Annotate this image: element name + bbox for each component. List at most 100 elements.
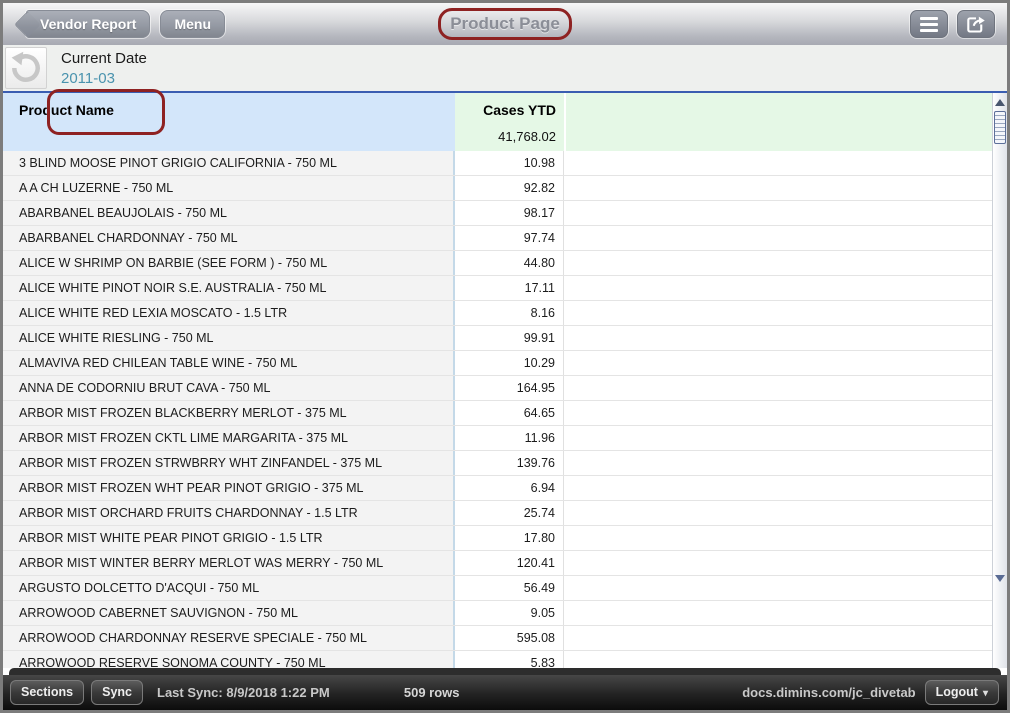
table-row[interactable]: ARBOR MIST ORCHARD FRUITS CHARDONNAY - 1… (3, 501, 992, 526)
logout-label: Logout (936, 685, 978, 699)
logout-button[interactable]: Logout ▾ (925, 680, 999, 705)
product-name-cell: ALICE WHITE PINOT NOIR S.E. AUSTRALIA - … (3, 276, 455, 300)
product-name-cell: ARROWOOD RESERVE SONOMA COUNTY - 750 ML (3, 651, 455, 668)
cases-ytd-cell: 8.16 (455, 301, 564, 325)
table-row[interactable]: ALICE WHITE RED LEXIA MOSCATO - 1.5 LTR8… (3, 301, 992, 326)
product-name-cell: ARBOR MIST WHITE PEAR PINOT GRIGIO - 1.5… (3, 526, 455, 550)
product-name-cell: 3 BLIND MOOSE PINOT GRIGIO CALIFORNIA - … (3, 151, 455, 175)
app-window: Vendor Report Menu Product Page (0, 0, 1010, 713)
status-bar-right: docs.dimins.com/jc_divetab Logout ▾ (742, 680, 999, 705)
vertical-scrollbar[interactable] (992, 93, 1007, 668)
empty-cell (564, 351, 992, 375)
filter-label: Current Date (61, 48, 147, 69)
table-row[interactable]: ARBOR MIST FROZEN CKTL LIME MARGARITA - … (3, 426, 992, 451)
cases-ytd-cell: 139.76 (455, 451, 564, 475)
refresh-icon (8, 50, 44, 86)
cases-ytd-cell: 10.29 (455, 351, 564, 375)
sections-button[interactable]: Sections (10, 680, 84, 705)
cases-ytd-cell: 44.80 (455, 251, 564, 275)
table-row[interactable]: A A CH LUZERNE - 750 ML92.82 (3, 176, 992, 201)
refresh-button[interactable] (5, 47, 47, 89)
caret-down-icon: ▾ (983, 688, 988, 699)
empty-cell (564, 601, 992, 625)
column-header-product-name[interactable]: Product Name (3, 93, 455, 151)
table-row[interactable]: ARROWOOD RESERVE SONOMA COUNTY - 750 ML5… (3, 651, 992, 668)
filter-toolbar: Current Date 2011-03 (3, 45, 1007, 91)
table-row[interactable]: ARBOR MIST FROZEN STRWBRRY WHT ZINFANDEL… (3, 451, 992, 476)
table-row[interactable]: ALICE W SHRIMP ON BARBIE (SEE FORM ) - 7… (3, 251, 992, 276)
table-row[interactable]: ABARBANEL BEAUJOLAIS - 750 ML98.17 (3, 201, 992, 226)
table-row[interactable]: ARBOR MIST WINTER BERRY MERLOT WAS MERRY… (3, 551, 992, 576)
table-row[interactable]: ARBOR MIST FROZEN BLACKBERRY MERLOT - 37… (3, 401, 992, 426)
product-name-cell: ANNA DE CODORNIU BRUT CAVA - 750 ML (3, 376, 455, 400)
table-content: Product Name Cases YTD 41,768.02 3 BLIND… (3, 93, 992, 668)
cases-ytd-cell: 9.05 (455, 601, 564, 625)
empty-cell (564, 451, 992, 475)
empty-cell (564, 401, 992, 425)
back-button-label: Vendor Report (40, 16, 136, 32)
hamburger-icon (920, 17, 938, 32)
server-address: docs.dimins.com/jc_divetab (742, 685, 915, 700)
scroll-up-icon[interactable] (995, 99, 1005, 106)
list-menu-button[interactable] (910, 10, 948, 38)
product-name-cell: ABARBANEL BEAUJOLAIS - 750 ML (3, 201, 455, 225)
scroll-down-icon[interactable] (995, 575, 1005, 582)
cases-ytd-cell: 164.95 (455, 376, 564, 400)
cases-ytd-total: 41,768.02 (455, 129, 556, 144)
cases-ytd-cell: 17.11 (455, 276, 564, 300)
empty-cell (564, 376, 992, 400)
cases-ytd-cell: 56.49 (455, 576, 564, 600)
product-name-cell: ARBOR MIST WINTER BERRY MERLOT WAS MERRY… (3, 551, 455, 575)
cases-ytd-cell: 99.91 (455, 326, 564, 350)
horizontal-scrollbar[interactable] (9, 668, 1001, 675)
empty-cell (564, 426, 992, 450)
product-name-cell: ARBOR MIST FROZEN BLACKBERRY MERLOT - 37… (3, 401, 455, 425)
top-bar-left: Vendor Report Menu (17, 10, 225, 38)
export-button[interactable] (957, 10, 995, 38)
status-bar: Sections Sync Last Sync: 8/9/2018 1:22 P… (3, 675, 1007, 710)
table-row[interactable]: ARBOR MIST FROZEN WHT PEAR PINOT GRIGIO … (3, 476, 992, 501)
empty-cell (564, 526, 992, 550)
table-row[interactable]: ABARBANEL CHARDONNAY - 750 ML97.74 (3, 226, 992, 251)
table-row[interactable]: ALICE WHITE PINOT NOIR S.E. AUSTRALIA - … (3, 276, 992, 301)
cases-ytd-cell: 25.74 (455, 501, 564, 525)
empty-cell (564, 626, 992, 650)
table-row[interactable]: ARROWOOD CABERNET SAUVIGNON - 750 ML9.05 (3, 601, 992, 626)
empty-cell (564, 276, 992, 300)
cases-ytd-cell: 5.83 (455, 651, 564, 668)
top-bar: Vendor Report Menu Product Page (3, 3, 1007, 45)
empty-cell (564, 251, 992, 275)
table-row[interactable]: ARBOR MIST WHITE PEAR PINOT GRIGIO - 1.5… (3, 526, 992, 551)
page-title: Product Page (450, 3, 560, 45)
product-name-cell: ABARBANEL CHARDONNAY - 750 ML (3, 226, 455, 250)
empty-cell (564, 551, 992, 575)
row-count: 509 rows (404, 685, 460, 700)
product-name-cell: ALMAVIVA RED CHILEAN TABLE WINE - 750 ML (3, 351, 455, 375)
filter-value: 2011-03 (61, 69, 147, 89)
sync-button[interactable]: Sync (91, 680, 143, 705)
table-row[interactable]: ARROWOOD CHARDONNAY RESERVE SPECIALE - 7… (3, 626, 992, 651)
empty-cell (564, 226, 992, 250)
table-area: Product Name Cases YTD 41,768.02 3 BLIND… (3, 93, 1007, 668)
product-name-cell: ARBOR MIST ORCHARD FRUITS CHARDONNAY - 1… (3, 501, 455, 525)
current-date-filter[interactable]: Current Date 2011-03 (61, 48, 147, 89)
column-header-cases-ytd[interactable]: Cases YTD 41,768.02 (455, 93, 564, 151)
product-name-cell: ARROWOOD CABERNET SAUVIGNON - 750 ML (3, 601, 455, 625)
product-name-cell: ALICE WHITE RIESLING - 750 ML (3, 326, 455, 350)
scrollbar-thumb[interactable] (994, 111, 1006, 144)
table-row[interactable]: ARGUSTO DOLCETTO D'ACQUI - 750 ML56.49 (3, 576, 992, 601)
menu-button[interactable]: Menu (160, 10, 225, 38)
table-row[interactable]: 3 BLIND MOOSE PINOT GRIGIO CALIFORNIA - … (3, 151, 992, 176)
cases-ytd-cell: 64.65 (455, 401, 564, 425)
cases-ytd-cell: 120.41 (455, 551, 564, 575)
table-row[interactable]: ALMAVIVA RED CHILEAN TABLE WINE - 750 ML… (3, 351, 992, 376)
back-button-vendor-report[interactable]: Vendor Report (26, 10, 150, 38)
table-row[interactable]: ANNA DE CODORNIU BRUT CAVA - 750 ML164.9… (3, 376, 992, 401)
cases-ytd-cell: 92.82 (455, 176, 564, 200)
product-name-cell: ARGUSTO DOLCETTO D'ACQUI - 750 ML (3, 576, 455, 600)
cases-ytd-cell: 10.98 (455, 151, 564, 175)
table-row[interactable]: ALICE WHITE RIESLING - 750 ML99.91 (3, 326, 992, 351)
cases-ytd-cell: 11.96 (455, 426, 564, 450)
empty-cell (564, 201, 992, 225)
empty-cell (564, 651, 992, 668)
